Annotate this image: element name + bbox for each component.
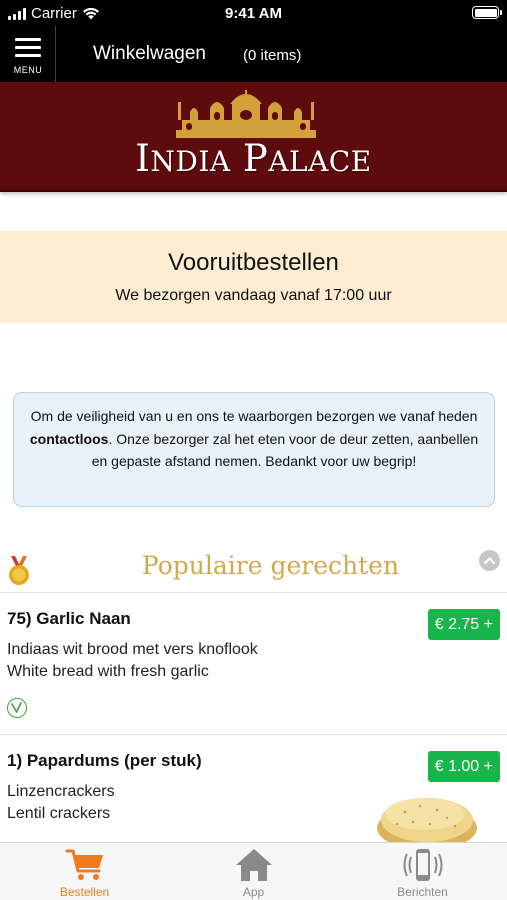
- dish-description-nl: Linzencrackers: [7, 783, 115, 800]
- hamburger-icon: [15, 38, 41, 62]
- restaurant-logo-text: INDIA PALACE: [135, 137, 372, 180]
- tab-label: App: [242, 885, 265, 899]
- preorder-panel: Vooruitbestellen We bezorgen vandaag van…: [0, 231, 507, 323]
- cart-item-count: (0 items): [243, 47, 302, 64]
- page-title: Winkelwagen: [93, 43, 206, 64]
- add-to-cart-button[interactable]: € 1.00 +: [427, 751, 500, 782]
- tab-label: Bestellen: [59, 885, 110, 899]
- papadum-photo: [377, 798, 477, 842]
- vegetarian-icon: [7, 698, 27, 718]
- tab-berichten[interactable]: Berichten: [338, 843, 507, 900]
- tab-label: Berichten: [397, 885, 448, 899]
- status-bar: Carrier 9:41 AM: [0, 0, 507, 26]
- notice-text-after: . Onze bezorger zal het eten voor de deu…: [91, 430, 479, 470]
- dish-description-en: Lentil crackers: [7, 805, 111, 822]
- cart-icon: [65, 849, 103, 880]
- home-icon: [236, 849, 272, 881]
- dish-title: 1) Papardums (per stuk): [7, 751, 202, 770]
- chevron-up-icon: [483, 557, 496, 565]
- tab-bestellen[interactable]: Bestellen: [0, 843, 169, 900]
- dish-item[interactable]: 1) Papardums (per stuk) € 1.00 + Linzenc…: [0, 735, 507, 842]
- popular-section-header: Populaire gerechten: [0, 548, 507, 592]
- restaurant-banner: INDIA PALACE: [0, 82, 507, 192]
- battery-icon: [472, 6, 502, 19]
- dish-item[interactable]: 75) Garlic Naan € 2.75 + Indiaas wit bro…: [0, 593, 507, 734]
- preorder-title: Vooruitbestellen: [168, 249, 339, 276]
- tab-bar: Bestellen App Berichten: [0, 842, 507, 900]
- collapse-button[interactable]: [479, 550, 500, 571]
- dish-description-en: White bread with fresh garlic: [7, 663, 209, 680]
- nav-bar: MENU Winkelwagen (0 items): [0, 26, 507, 82]
- notice-text-before: Om de veiligheid van u en ons te waarbor…: [30, 408, 478, 424]
- status-time: 9:41 AM: [225, 5, 282, 22]
- contactless-notice: Om de veiligheid van u en ons te waarbor…: [13, 392, 495, 507]
- dish-description-nl: Indiaas wit brood met vers knoflook: [7, 641, 258, 658]
- phone-vibrate-icon: [403, 849, 443, 881]
- tab-app[interactable]: App: [169, 843, 338, 900]
- menu-button[interactable]: MENU: [0, 26, 56, 82]
- dish-title: 75) Garlic Naan: [7, 609, 131, 628]
- menu-label: MENU: [13, 65, 43, 75]
- palace-logo-icon: [176, 90, 316, 138]
- preorder-subtitle: We bezorgen vandaag vanaf 17:00 uur: [115, 287, 392, 304]
- popular-title: Populaire gerechten: [141, 551, 400, 580]
- add-to-cart-button[interactable]: € 2.75 +: [427, 609, 500, 640]
- notice-text-bold: contactloos: [29, 430, 109, 447]
